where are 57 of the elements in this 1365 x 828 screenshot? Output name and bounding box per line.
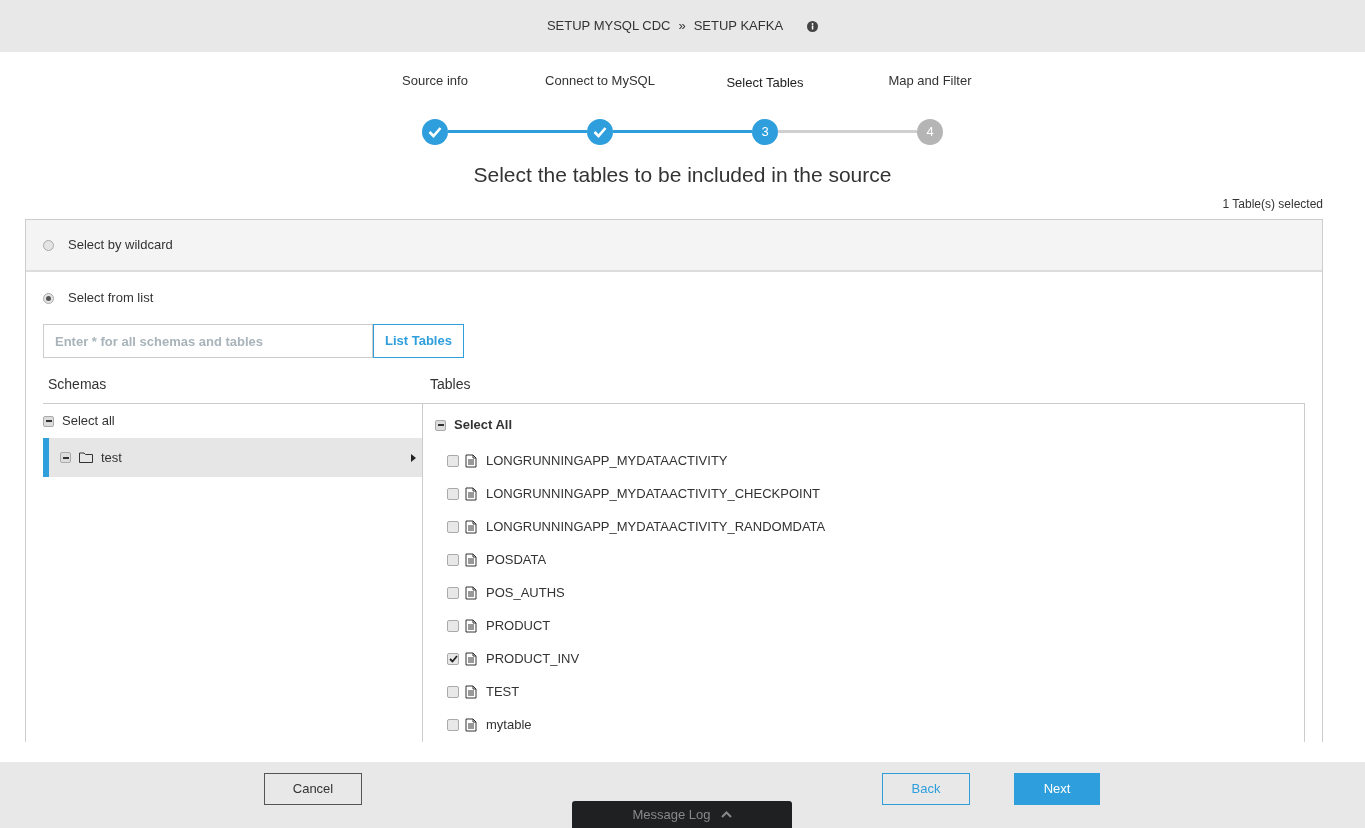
breadcrumb-item: SETUP MYSQL CDC xyxy=(546,17,671,36)
select-all-label[interactable]: Select all xyxy=(62,411,115,431)
document-icon xyxy=(465,651,477,666)
breadcrumb-separator: » xyxy=(678,17,686,36)
breadcrumb-item: SETUP KAFKA xyxy=(693,17,784,36)
step-label: Map and Filter xyxy=(887,72,973,90)
table-checkbox[interactable] xyxy=(447,487,459,500)
page-title: Select the tables to be included in the source xyxy=(473,161,892,188)
document-icon xyxy=(465,486,477,501)
document-icon xyxy=(465,618,477,633)
table-checkbox[interactable] xyxy=(447,553,459,566)
table-checkbox[interactable] xyxy=(447,685,459,698)
table-checkbox[interactable] xyxy=(447,520,459,533)
schema-item[interactable]: test xyxy=(43,438,422,477)
table-name[interactable]: POSDATA xyxy=(486,549,547,570)
step-number: 4 xyxy=(917,118,943,145)
table-name[interactable]: LONGRUNNINGAPP_MYDATAACTIVITY_RANDOMDATA xyxy=(486,516,826,537)
caret-icon xyxy=(411,453,416,462)
document-icon xyxy=(465,453,477,468)
table-name[interactable]: LONGRUNNINGAPP_MYDATAACTIVITY xyxy=(486,450,728,471)
document-icon xyxy=(465,717,477,732)
radio-button[interactable] xyxy=(43,292,54,304)
partial-checkbox[interactable] xyxy=(43,415,54,427)
radio-button[interactable] xyxy=(43,239,54,251)
radio-label[interactable]: Select from list xyxy=(68,288,154,308)
partial-checkbox[interactable] xyxy=(60,452,71,463)
document-icon xyxy=(465,585,477,600)
table-name[interactable]: POS_AUTHS xyxy=(486,582,565,603)
select-all-label[interactable]: Select All xyxy=(454,415,513,435)
table-checkbox[interactable] xyxy=(447,652,459,665)
document-icon xyxy=(465,684,477,699)
info-icon[interactable] xyxy=(807,20,819,32)
table-name[interactable]: PRODUCT xyxy=(486,615,551,636)
cancel-button[interactable]: Cancel xyxy=(264,773,362,805)
table-name[interactable]: mytable xyxy=(486,714,532,735)
radio-label[interactable]: Select by wildcard xyxy=(68,235,173,255)
step-label: Connect to MySQL xyxy=(544,72,656,90)
partial-checkbox[interactable] xyxy=(435,419,446,431)
folder-icon xyxy=(79,452,93,463)
document-icon xyxy=(465,519,477,534)
table-name[interactable]: PRODUCT_INV xyxy=(486,648,580,669)
step-label: Select Tables xyxy=(725,74,805,92)
step-label: Source info xyxy=(401,72,469,90)
chevron-up-icon xyxy=(720,811,732,818)
search-field[interactable]: Enter * for all schemas and tables xyxy=(43,324,373,358)
message-log-tab[interactable]: Message Log xyxy=(572,801,792,828)
selection-count: 1 Table(s) selected xyxy=(1222,196,1323,213)
column-heading: Schemas xyxy=(47,375,108,394)
table-name[interactable]: LONGRUNNINGAPP_MYDATAACTIVITY_CHECKPOINT xyxy=(486,483,820,504)
column-heading: Tables xyxy=(429,375,472,394)
table-name[interactable]: TEST xyxy=(486,681,520,702)
table-checkbox[interactable] xyxy=(447,718,459,731)
document-icon xyxy=(465,552,477,567)
step-number: 3 xyxy=(752,118,778,145)
table-checkbox[interactable] xyxy=(447,619,459,632)
table-checkbox[interactable] xyxy=(447,586,459,599)
table-checkbox[interactable] xyxy=(447,454,459,467)
